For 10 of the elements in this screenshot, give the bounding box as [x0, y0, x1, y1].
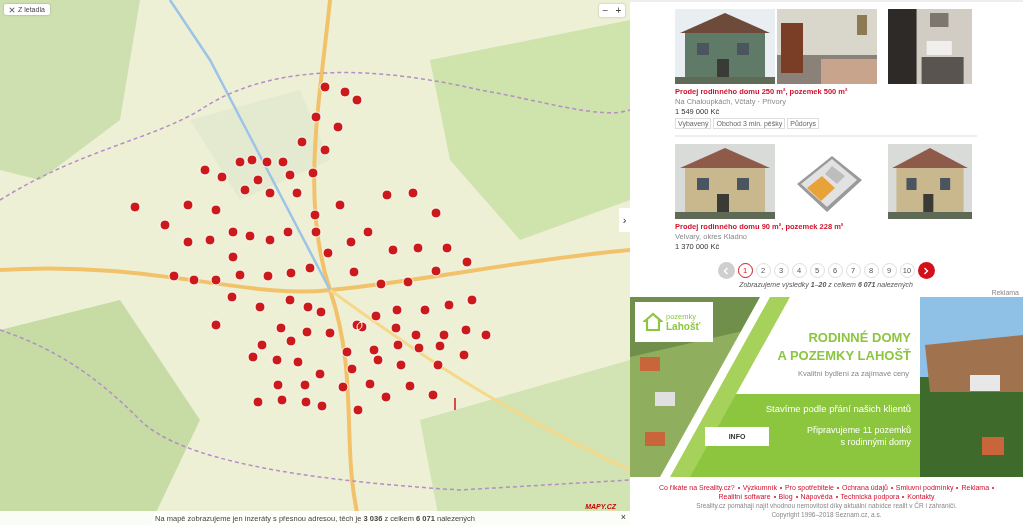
ad-slogan: Stavíme podle přání našich klientů: [765, 403, 911, 414]
ad-note: s rodinnými domy: [840, 436, 911, 448]
house-icon: [643, 312, 663, 332]
next-page-button[interactable]: [917, 262, 935, 279]
chevron-right-icon: [923, 266, 929, 275]
ad-note: Připravujeme 11 pozemků: [807, 424, 911, 436]
chevron-left-icon: [723, 266, 729, 275]
ad-headline: RODINNÉ DOMY: [808, 329, 911, 347]
ad-headline: A POZEMKY LAHOŠŤ: [777, 347, 911, 365]
logo-name: Lahošť: [666, 320, 701, 332]
